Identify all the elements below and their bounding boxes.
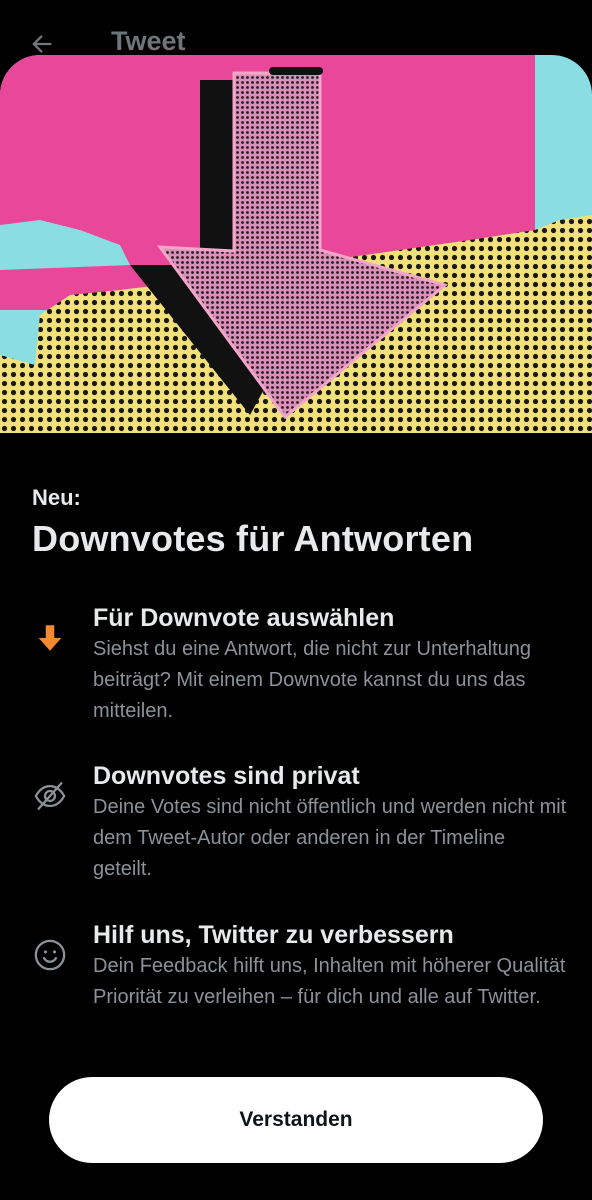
- got-it-button[interactable]: Verstanden: [49, 1077, 543, 1163]
- sheet-headline: Downvotes für Antworten: [32, 518, 474, 559]
- sheet-content: Neu: Downvotes für Antworten: [32, 483, 562, 561]
- eye-slash-icon: [32, 778, 68, 814]
- arrow-left-icon: [32, 35, 52, 53]
- smiley-icon: [32, 937, 68, 973]
- downvotes-intro-sheet: Neu: Downvotes für Antworten Für Downvot…: [0, 55, 592, 1200]
- sheet-grabber[interactable]: [269, 67, 323, 75]
- downvote-arrow-illustration: [0, 55, 592, 433]
- feature-description: Siehst du eine Antwort, die nicht zur Un…: [93, 638, 532, 722]
- feature-description: Deine Votes sind nicht öffentlich und we…: [93, 796, 567, 880]
- top-app-bar: Tweet: [0, 0, 592, 60]
- page-title: Tweet: [111, 26, 186, 56]
- feature-title: Hilf uns, Twitter zu verbessern: [93, 921, 454, 949]
- feature-title: Downvotes sind privat: [93, 762, 360, 790]
- eyebrow-label: Neu:: [32, 485, 81, 510]
- downvote-arrow-icon: [32, 620, 68, 656]
- feature-description: Dein Feedback hilft uns, Inhalten mit hö…: [93, 955, 566, 1008]
- hero-illustration: [0, 55, 592, 433]
- feature-title: Für Downvote auswählen: [93, 604, 395, 632]
